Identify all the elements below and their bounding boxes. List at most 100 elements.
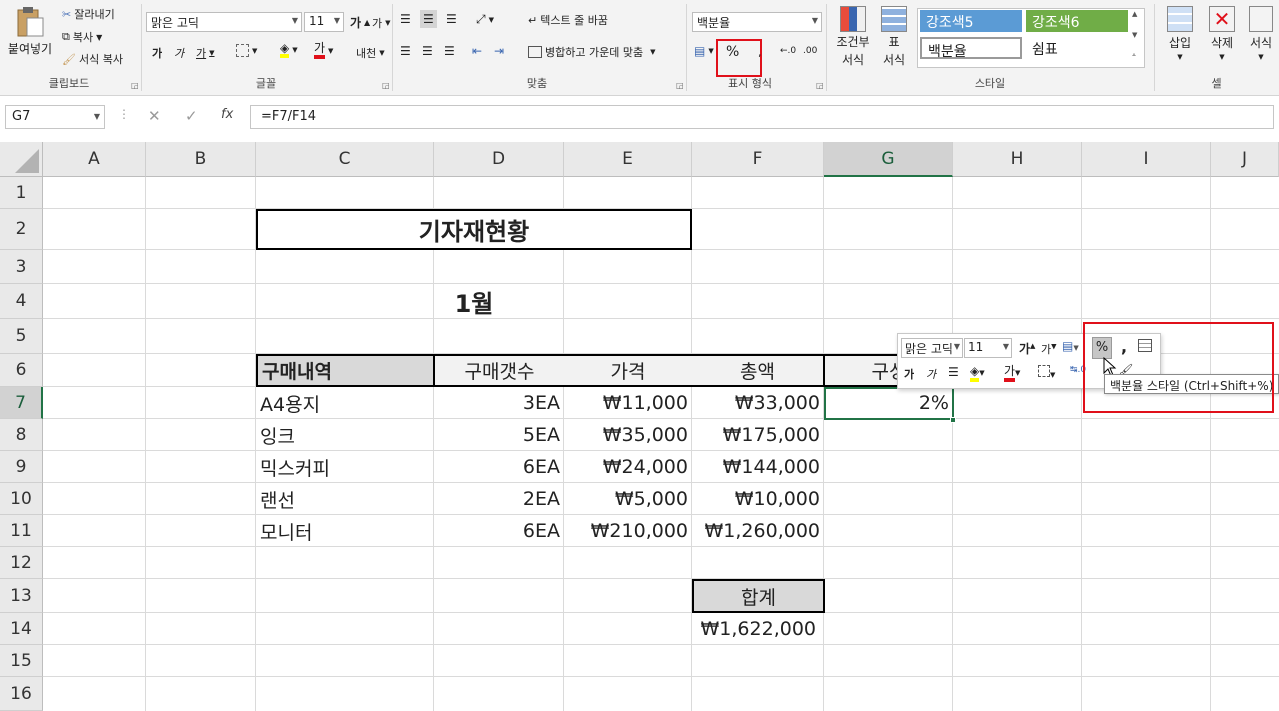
row-header-5[interactable]: 5 bbox=[0, 319, 43, 354]
mini-font-combo[interactable]: 맑은 고딕 ▼ bbox=[901, 338, 963, 358]
style-comma[interactable]: 쉼표 bbox=[1026, 37, 1128, 59]
name-box[interactable]: G7 ▼ bbox=[5, 105, 105, 129]
merge-center-button[interactable]: 병합하고 가운데 맞춤 ▼ bbox=[528, 44, 655, 60]
cell-ratio[interactable] bbox=[825, 419, 953, 451]
insert-cells-button[interactable]: 삽입 ▼ bbox=[1162, 6, 1198, 61]
cell-qty[interactable]: 6EA bbox=[435, 515, 564, 547]
style-percent[interactable]: 백분율 bbox=[920, 37, 1022, 60]
decrease-decimal-button[interactable]: .00 bbox=[803, 46, 817, 56]
row-header-16[interactable]: 16 bbox=[0, 677, 43, 711]
row-header-4[interactable]: 4 bbox=[0, 284, 43, 319]
dialog-launcher-icon[interactable]: ◲ bbox=[816, 81, 824, 90]
formula-input[interactable]: =F7/F14 bbox=[250, 105, 1274, 129]
cancel-icon[interactable]: ✕ bbox=[148, 107, 161, 125]
fill-color-button[interactable]: ◈ ▼ bbox=[280, 42, 298, 58]
header-quantity[interactable]: 구매갯수 bbox=[435, 354, 564, 387]
mini-decrease-font-button[interactable]: 가▼ bbox=[1041, 341, 1057, 357]
mini-italic-button[interactable]: 가 bbox=[926, 366, 936, 382]
sum-value[interactable]: ₩1,622,000 bbox=[692, 613, 820, 645]
cell-ratio[interactable] bbox=[825, 451, 953, 483]
row-header-15[interactable]: 15 bbox=[0, 645, 43, 677]
align-top-button[interactable]: ☰ bbox=[400, 12, 411, 26]
accounting-format-button[interactable]: ▤ ▼ bbox=[694, 44, 714, 58]
row-header-8[interactable]: 8 bbox=[0, 419, 43, 451]
cell-price[interactable]: ₩24,000 bbox=[564, 451, 692, 483]
mini-size-combo[interactable]: 11 ▼ bbox=[964, 338, 1012, 358]
number-format-combo[interactable]: 백분율 ▼ bbox=[692, 12, 822, 32]
align-left-button[interactable]: ☰ bbox=[400, 44, 411, 58]
mini-font-color-button[interactable]: 가▼ bbox=[1004, 364, 1020, 382]
column-header-a[interactable]: A bbox=[43, 142, 146, 177]
cell-name[interactable]: 잉크 bbox=[256, 419, 435, 451]
month-label[interactable]: 1월 bbox=[434, 284, 514, 319]
cell-name[interactable]: 믹스커피 bbox=[256, 451, 435, 483]
cell-name[interactable]: A4용지 bbox=[256, 387, 435, 419]
column-header-e[interactable]: E bbox=[564, 142, 692, 177]
enter-icon[interactable]: ✓ bbox=[185, 107, 198, 125]
cell-price[interactable]: ₩210,000 bbox=[564, 515, 692, 547]
orientation-button[interactable]: ⤢ ▼ bbox=[476, 12, 494, 27]
style-accent5[interactable]: 강조색5 bbox=[920, 10, 1022, 32]
format-painter-button[interactable]: 🖌 서식 복사 bbox=[62, 51, 123, 67]
comma-style-button[interactable]: , bbox=[758, 46, 762, 59]
insert-function-icon[interactable]: fx bbox=[221, 107, 233, 122]
mini-accounting-button[interactable]: ▤▼ bbox=[1062, 339, 1079, 353]
cell-total[interactable]: ₩1,260,000 bbox=[692, 515, 824, 547]
row-header-9[interactable]: 9 bbox=[0, 451, 43, 483]
paste-button[interactable]: 붙여넣기 bbox=[4, 6, 56, 68]
align-middle-button[interactable]: ☰ bbox=[420, 10, 437, 28]
border-button[interactable]: ▼ bbox=[236, 44, 257, 57]
bold-button[interactable]: 가 bbox=[152, 45, 162, 61]
italic-button[interactable]: 가 bbox=[174, 45, 184, 61]
row-header-6[interactable]: 6 bbox=[0, 354, 43, 387]
delete-cells-button[interactable]: ✕ 삭제 ▼ bbox=[1204, 6, 1240, 61]
row-header-12[interactable]: 12 bbox=[0, 547, 43, 579]
wrap-text-button[interactable]: ↵ 텍스트 줄 바꿈 bbox=[528, 12, 608, 28]
fill-handle[interactable] bbox=[950, 417, 956, 423]
select-all-corner[interactable] bbox=[0, 142, 43, 177]
header-price[interactable]: 가격 bbox=[564, 354, 692, 387]
sum-label[interactable]: 합계 bbox=[692, 579, 825, 613]
column-header-d[interactable]: D bbox=[434, 142, 564, 177]
cell-price[interactable]: ₩5,000 bbox=[564, 483, 692, 515]
increase-decimal-button[interactable]: ←.0 bbox=[780, 46, 796, 56]
conditional-format-button[interactable]: 조건부 서식 bbox=[832, 6, 874, 68]
decrease-font-button[interactable]: 가 ▼ bbox=[372, 15, 391, 31]
header-total[interactable]: 총액 bbox=[692, 354, 825, 387]
align-right-button[interactable]: ☰ bbox=[444, 44, 455, 58]
font-size-combo[interactable]: 11 ▼ bbox=[304, 12, 344, 32]
dialog-launcher-icon[interactable]: ◲ bbox=[676, 81, 684, 90]
decrease-indent-button[interactable]: ⇤ bbox=[472, 44, 482, 58]
style-accent6[interactable]: 강조색6 bbox=[1026, 10, 1128, 32]
cell-qty[interactable]: 6EA bbox=[435, 451, 564, 483]
mini-fill-color-button[interactable]: ◈▼ bbox=[970, 364, 985, 382]
increase-font-button[interactable]: 가 ▲ bbox=[350, 14, 370, 31]
dialog-launcher-icon[interactable]: ◲ bbox=[131, 81, 139, 90]
cell-ratio[interactable] bbox=[825, 515, 953, 547]
cell-name[interactable]: 모니터 bbox=[256, 515, 435, 547]
cell-total[interactable]: ₩144,000 bbox=[692, 451, 824, 483]
gallery-scroll-up-icon[interactable]: ▲ bbox=[1132, 10, 1137, 18]
row-header-14[interactable]: 14 bbox=[0, 613, 43, 645]
column-header-c[interactable]: C bbox=[256, 142, 434, 177]
underline-button[interactable]: 가 ▼ bbox=[196, 45, 215, 61]
align-bottom-button[interactable]: ☰ bbox=[446, 12, 457, 26]
row-header-11[interactable]: 11 bbox=[0, 515, 43, 547]
cell-price[interactable]: ₩11,000 bbox=[564, 387, 692, 419]
cell-total[interactable]: ₩10,000 bbox=[692, 483, 824, 515]
cell-total[interactable]: ₩33,000 bbox=[692, 387, 824, 419]
mini-border-button[interactable]: ▼ bbox=[1038, 365, 1055, 380]
gallery-more-icon[interactable]: ⩡ bbox=[1132, 51, 1136, 60]
header-purchase-item[interactable]: 구매내역 bbox=[256, 354, 435, 387]
cell-price[interactable]: ₩35,000 bbox=[564, 419, 692, 451]
row-header-13[interactable]: 13 bbox=[0, 579, 43, 613]
dialog-launcher-icon[interactable]: ◲ bbox=[382, 81, 390, 90]
cell-name[interactable]: 랜선 bbox=[256, 483, 435, 515]
row-header-1[interactable]: 1 bbox=[0, 177, 43, 209]
column-header-i[interactable]: I bbox=[1082, 142, 1211, 177]
row-header-3[interactable]: 3 bbox=[0, 250, 43, 284]
cell-qty[interactable]: 2EA bbox=[435, 483, 564, 515]
increase-indent-button[interactable]: ⇥ bbox=[494, 44, 504, 58]
cell-ratio[interactable] bbox=[825, 483, 953, 515]
mini-increase-font-button[interactable]: 가▲ bbox=[1019, 340, 1035, 357]
